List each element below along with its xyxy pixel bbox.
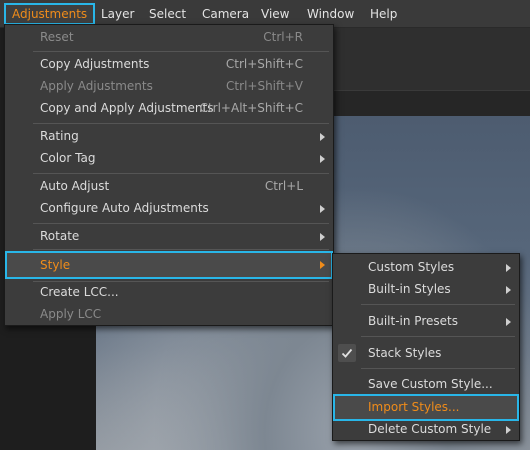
menu-item-reset[interactable]: Reset Ctrl+R xyxy=(5,26,333,48)
menu-item-label: Create LCC... xyxy=(40,285,119,299)
menu-item-label: Rotate xyxy=(40,229,80,243)
submenu-arrow-icon xyxy=(320,261,325,269)
shortcut-text: Ctrl+R xyxy=(263,30,303,44)
menu-window[interactable]: Window xyxy=(299,3,362,25)
menu-separator xyxy=(33,223,329,224)
menu-item-label: Stack Styles xyxy=(368,346,442,360)
menu-item-auto-adjust[interactable]: Auto Adjust Ctrl+L xyxy=(5,175,333,197)
submenu-arrow-icon xyxy=(320,155,325,163)
menu-item-delete-custom-style[interactable]: Delete Custom Style xyxy=(333,418,519,440)
submenu-arrow-icon xyxy=(320,205,325,213)
submenu-arrow-icon xyxy=(320,133,325,141)
shortcut-text: Ctrl+Shift+V xyxy=(226,79,303,93)
menu-separator xyxy=(361,336,515,337)
menu-item-create-lcc[interactable]: Create LCC... xyxy=(5,281,333,303)
menu-item-label: Color Tag xyxy=(40,151,96,165)
menu-item-color-tag[interactable]: Color Tag xyxy=(5,147,333,169)
menu-item-save-custom-style[interactable]: Save Custom Style... xyxy=(333,373,519,395)
menu-item-rating[interactable]: Rating xyxy=(5,125,333,147)
menu-separator xyxy=(33,51,329,52)
submenu-arrow-icon xyxy=(320,233,325,241)
submenu-arrow-icon xyxy=(506,286,511,294)
shortcut-text: Ctrl+Shift+C xyxy=(225,57,303,71)
menu-item-label: Auto Adjust xyxy=(40,179,110,193)
menu-item-label: Apply LCC xyxy=(40,307,102,321)
menu-separator xyxy=(361,368,515,369)
menu-item-label: Apply Adjustments xyxy=(40,79,153,93)
menu-layer[interactable]: Layer xyxy=(93,3,142,25)
menu-item-copy-adjustments[interactable]: Copy Adjustments Ctrl+Shift+C xyxy=(5,53,333,75)
menu-item-configure-auto-adjustments[interactable]: Configure Auto Adjustments xyxy=(5,197,333,219)
menu-item-label: Rating xyxy=(40,129,79,143)
menu-item-label: Built-in Presets xyxy=(368,314,458,328)
menu-help[interactable]: Help xyxy=(362,3,405,25)
menu-item-apply-adjustments[interactable]: Apply Adjustments Ctrl+Shift+V xyxy=(5,75,333,97)
menu-item-label: Copy Adjustments xyxy=(40,57,150,71)
adjustments-menu: Reset Ctrl+R Copy Adjustments Ctrl+Shift… xyxy=(4,24,334,326)
menu-item-builtin-styles[interactable]: Built-in Styles xyxy=(333,278,519,300)
menu-adjustments[interactable]: Adjustments xyxy=(4,3,96,25)
shortcut-text: Ctrl+Alt+Shift+C xyxy=(199,101,303,115)
menu-separator xyxy=(361,304,515,305)
menu-item-label: Copy and Apply Adjustments xyxy=(40,101,214,115)
menu-separator xyxy=(33,173,329,174)
menu-item-label: Configure Auto Adjustments xyxy=(40,201,209,215)
menu-item-label: Delete Custom Style xyxy=(368,422,492,436)
menu-item-import-styles[interactable]: Import Styles... xyxy=(333,394,519,421)
menu-item-builtin-presets[interactable]: Built-in Presets xyxy=(333,310,519,332)
menu-item-copy-and-apply[interactable]: Copy and Apply Adjustments Ctrl+Alt+Shif… xyxy=(5,97,333,119)
menu-item-label: Save Custom Style... xyxy=(368,377,493,391)
menu-item-stack-styles[interactable]: Stack Styles xyxy=(333,342,519,364)
menu-item-label: Import Styles... xyxy=(368,400,460,414)
menu-item-label: Reset xyxy=(40,30,74,44)
menu-select[interactable]: Select xyxy=(141,3,194,25)
menu-separator xyxy=(33,249,329,250)
menu-view[interactable]: View xyxy=(253,3,297,25)
submenu-arrow-icon xyxy=(506,318,511,326)
menu-camera[interactable]: Camera xyxy=(194,3,257,25)
app-window: Adjustments Layer Select Camera View Win… xyxy=(0,0,530,450)
submenu-arrow-icon xyxy=(506,264,511,272)
style-submenu: Custom Styles Built-in Styles Built-in P… xyxy=(332,253,520,441)
menu-separator xyxy=(33,123,329,124)
menu-item-label: Built-in Styles xyxy=(368,282,451,296)
shortcut-text: Ctrl+L xyxy=(264,179,303,193)
menu-item-rotate[interactable]: Rotate xyxy=(5,225,333,247)
checkmark-icon xyxy=(338,344,356,362)
submenu-arrow-icon xyxy=(506,426,511,434)
menu-item-label: Style xyxy=(40,258,71,272)
menu-item-apply-lcc[interactable]: Apply LCC xyxy=(5,303,333,325)
menu-item-style[interactable]: Style xyxy=(5,251,333,279)
menu-item-custom-styles[interactable]: Custom Styles xyxy=(333,256,519,278)
menu-item-label: Custom Styles xyxy=(368,260,455,274)
